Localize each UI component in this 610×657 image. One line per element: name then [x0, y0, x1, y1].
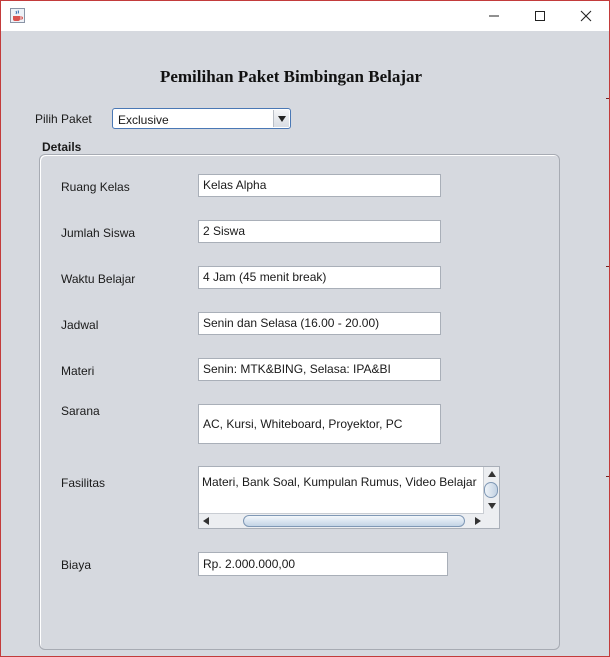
sarana-label: Sarana	[61, 404, 100, 418]
paket-label: Pilih Paket	[35, 112, 92, 126]
java-cup-icon[interactable]	[10, 8, 25, 23]
jadwal-value: Senin dan Selasa (16.00 - 20.00)	[203, 316, 380, 330]
paket-select[interactable]: Exclusive	[112, 108, 291, 129]
scroll-corner	[484, 513, 499, 528]
biaya-value: Rp. 2.000.000,00	[203, 557, 296, 571]
chevron-down-icon[interactable]	[273, 110, 289, 127]
vertical-scrollbar[interactable]	[483, 467, 499, 514]
materi-value: Senin: MTK&BING, Selasa: IPA&BI	[203, 362, 391, 376]
close-icon	[580, 10, 592, 22]
jumlah-siswa-label: Jumlah Siswa	[61, 226, 136, 240]
details-title: Details	[42, 140, 82, 154]
minimize-icon	[489, 15, 499, 17]
waktu-belajar-value: 4 Jam (45 menit break)	[203, 270, 327, 284]
app-window: Pemilihan Paket Bimbingan Belajar Pilih …	[0, 0, 610, 657]
maximize-icon	[535, 11, 545, 21]
fasilitas-label: Fasilitas	[61, 476, 106, 490]
materi-field[interactable]: Senin: MTK&BING, Selasa: IPA&BI	[198, 358, 441, 381]
horizontal-scroll-thumb[interactable]	[243, 515, 465, 527]
waktu-belajar-field[interactable]: 4 Jam (45 menit break)	[198, 266, 441, 289]
scroll-down-icon[interactable]	[484, 499, 499, 513]
jadwal-label: Jadwal	[61, 318, 99, 332]
horizontal-scrollbar[interactable]	[199, 513, 485, 528]
page-title: Pemilihan Paket Bimbingan Belajar	[159, 67, 423, 86]
ruang-kelas-field[interactable]: Kelas Alpha	[198, 174, 441, 197]
minimize-button[interactable]	[471, 1, 517, 31]
sarana-value: AC, Kursi, Whiteboard, Proyektor, PC	[203, 417, 403, 431]
materi-label: Materi	[61, 364, 95, 378]
title-bar[interactable]	[1, 1, 609, 31]
close-button[interactable]	[563, 1, 609, 31]
vertical-scroll-thumb[interactable]	[484, 482, 498, 498]
paket-select-value: Exclusive	[118, 113, 169, 127]
maximize-button[interactable]	[517, 1, 563, 31]
scroll-right-icon[interactable]	[471, 514, 485, 528]
sarana-field[interactable]: AC, Kursi, Whiteboard, Proyektor, PC	[198, 404, 441, 444]
fasilitas-value: Materi, Bank Soal, Kumpulan Rumus, Video…	[202, 475, 477, 489]
jumlah-siswa-value: 2 Siswa	[203, 224, 246, 238]
edge-mark	[606, 476, 609, 477]
jadwal-field[interactable]: Senin dan Selasa (16.00 - 20.00)	[198, 312, 441, 335]
biaya-field[interactable]: Rp. 2.000.000,00	[198, 552, 448, 576]
ruang-kelas-value: Kelas Alpha	[203, 178, 267, 192]
jumlah-siswa-field[interactable]: 2 Siswa	[198, 220, 441, 243]
scroll-left-icon[interactable]	[199, 514, 213, 528]
edge-mark	[606, 266, 609, 267]
scroll-up-icon[interactable]	[484, 467, 499, 481]
edge-mark	[606, 98, 609, 99]
waktu-belajar-label: Waktu Belajar	[61, 272, 136, 286]
ruang-kelas-label: Ruang Kelas	[61, 180, 130, 194]
fasilitas-scrollpane[interactable]: Materi, Bank Soal, Kumpulan Rumus, Video…	[198, 466, 500, 529]
biaya-label: Biaya	[61, 558, 92, 572]
